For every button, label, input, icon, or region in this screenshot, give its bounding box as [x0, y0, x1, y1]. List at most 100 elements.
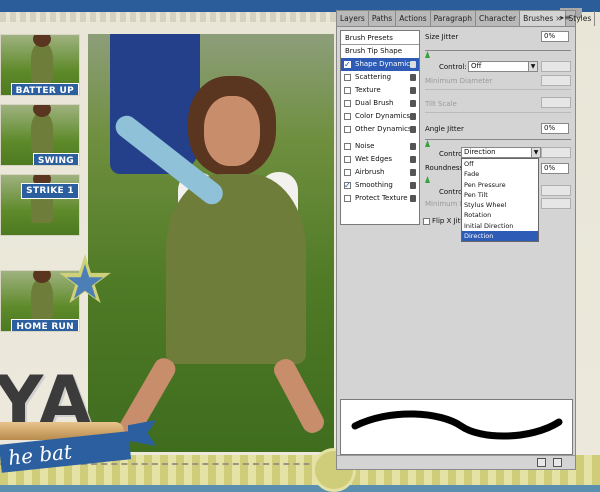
lock-icon[interactable]	[410, 195, 416, 202]
checkbox-box[interactable]	[344, 169, 351, 176]
checkbox-box[interactable]	[344, 179, 351, 192]
checkbox-box[interactable]	[344, 143, 351, 150]
thumb-label: HOME RUN	[11, 319, 79, 331]
select-value: Direction	[464, 148, 496, 156]
lock-icon[interactable]	[410, 74, 416, 81]
brush-option-protect-texture[interactable]: Protect Texture	[341, 192, 419, 205]
control-extra-field	[541, 185, 571, 196]
min-diameter-label: Minimum Diameter	[425, 77, 493, 85]
slider-thumb-icon[interactable]	[425, 176, 430, 183]
dropdown-option-pen-pressure[interactable]: Pen Pressure	[462, 180, 538, 190]
lock-icon[interactable]	[410, 126, 416, 133]
lock-icon[interactable]	[410, 87, 416, 94]
roundness-label: Roundness	[425, 164, 464, 172]
brush-option-color-dynamics[interactable]: Color Dynamics	[341, 110, 419, 123]
brush-option-smoothing[interactable]: Smoothing	[341, 179, 419, 192]
option-label: Brush Tip Shape	[345, 47, 403, 55]
slider-thumb-icon[interactable]	[425, 140, 430, 147]
dropdown-option-pen-tilt[interactable]: Pen Tilt	[462, 190, 538, 200]
checkbox-box[interactable]	[344, 126, 351, 133]
tab-brushes[interactable]: Brushes ×	[520, 11, 566, 26]
select-value: Off	[471, 62, 482, 70]
angle-jitter-slider[interactable]	[425, 139, 571, 140]
roundness-field[interactable]: 0%	[541, 163, 569, 174]
slider-thumb-icon[interactable]	[425, 51, 430, 58]
checkbox-box[interactable]	[344, 156, 351, 163]
thumb-figure	[31, 35, 53, 83]
thumb-label: STRIKE 1	[21, 183, 79, 199]
tab-label: Actions	[399, 14, 427, 23]
dropdown-option-off[interactable]: Off	[462, 159, 538, 169]
panel-menu-icon[interactable]: ▸≡	[560, 13, 571, 22]
angle-control-select[interactable]: Direction ▼	[461, 147, 541, 158]
lock-icon[interactable]	[410, 182, 416, 189]
checkbox-box[interactable]	[344, 74, 351, 81]
option-label: Shape Dynamics	[355, 60, 414, 68]
thumb-figure	[31, 105, 53, 153]
tilt-scale-field	[541, 97, 571, 108]
angle-jitter-label: Angle Jitter	[425, 125, 464, 133]
lock-icon[interactable]	[410, 61, 416, 68]
brush-option-brush-tip-shape[interactable]: Brush Tip Shape	[341, 45, 419, 58]
checkbox-box[interactable]	[423, 217, 430, 225]
option-label: Color Dynamics	[355, 112, 411, 120]
tilt-scale-slider	[425, 112, 571, 113]
lock-icon[interactable]	[410, 113, 416, 120]
lock-icon[interactable]	[410, 100, 416, 107]
brush-option-airbrush[interactable]: Airbrush	[341, 166, 419, 179]
option-label: Noise	[355, 142, 375, 150]
dropdown-option-direction[interactable]: Direction	[462, 231, 538, 242]
checkbox-box[interactable]	[344, 87, 351, 94]
size-control-select[interactable]: Off ▼	[468, 61, 538, 72]
tab-layers[interactable]: Layers	[337, 11, 369, 26]
size-jitter-label: Size Jitter	[425, 33, 459, 41]
checkbox-box[interactable]	[344, 195, 351, 202]
control-extra-field	[541, 147, 571, 158]
brush-option-dual-brush[interactable]: Dual Brush	[341, 97, 419, 110]
brush-option-other-dynamics[interactable]: Other Dynamics	[341, 123, 419, 136]
stroke-preview-graphic	[351, 410, 563, 440]
panel-footer	[337, 455, 575, 469]
dropdown-option-initial-direction[interactable]: Initial Direction	[462, 221, 538, 231]
tab-label: Paragraph	[433, 14, 473, 23]
lock-icon[interactable]	[410, 169, 416, 176]
option-label: Scattering	[355, 73, 392, 81]
checkbox-box[interactable]	[344, 113, 351, 120]
photo-leg	[270, 355, 328, 437]
tab-character[interactable]: Character	[476, 11, 521, 26]
brush-option-texture[interactable]: Texture	[341, 84, 419, 97]
chevron-down-icon: ▼	[528, 62, 537, 71]
brush-presets-header[interactable]: Brush Presets	[341, 31, 419, 45]
tab-paragraph[interactable]: Paragraph	[431, 11, 477, 26]
min-diameter-slider	[425, 89, 571, 90]
tab-actions[interactable]: Actions	[396, 11, 431, 26]
lock-icon[interactable]	[410, 156, 416, 163]
tab-label: Paths	[371, 14, 393, 23]
brush-option-scattering[interactable]: Scattering	[341, 71, 419, 84]
dropdown-option-fade[interactable]: Fade	[462, 169, 538, 179]
stitch-border	[0, 12, 340, 22]
tab-label: Layers	[340, 14, 365, 23]
size-jitter-slider[interactable]	[425, 50, 571, 51]
brush-option-shape-dynamics[interactable]: Shape Dynamics	[341, 58, 419, 71]
control-label: Contro	[439, 188, 463, 196]
brush-option-noise[interactable]: Noise	[341, 140, 419, 153]
dropdown-option-stylus-wheel[interactable]: Stylus Wheel	[462, 200, 538, 210]
new-brush-icon[interactable]	[537, 458, 546, 467]
checkbox-box[interactable]	[344, 100, 351, 107]
trash-icon[interactable]	[553, 458, 562, 467]
thumb-label: SWING	[32, 153, 79, 165]
angle-jitter-field[interactable]: 0%	[541, 123, 569, 134]
option-label: Airbrush	[355, 168, 385, 176]
thumb-label: BATTER UP	[10, 83, 79, 95]
option-label: Texture	[355, 86, 381, 94]
dropdown-option-rotation[interactable]: Rotation	[462, 210, 538, 220]
lock-icon[interactable]	[410, 143, 416, 150]
tilt-scale-label: Tilt Scale	[425, 100, 457, 108]
size-jitter-field[interactable]: 0%	[541, 31, 569, 42]
min-roundness-field	[541, 198, 571, 209]
checkbox-box[interactable]	[344, 58, 351, 71]
brush-option-wet-edges[interactable]: Wet Edges	[341, 153, 419, 166]
tab-label: Character	[479, 14, 517, 23]
tab-paths[interactable]: Paths	[369, 11, 397, 26]
